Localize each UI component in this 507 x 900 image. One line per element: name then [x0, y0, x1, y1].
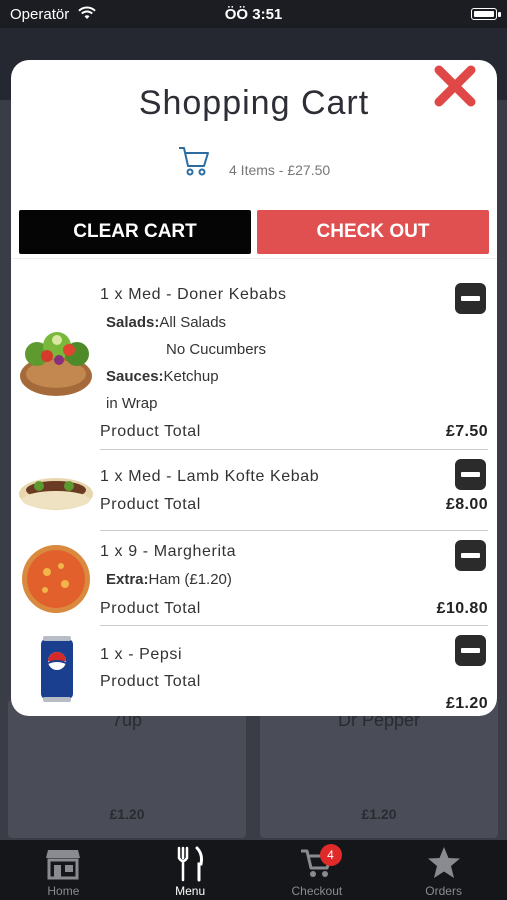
product-total-value: £1.20: [445, 695, 488, 712]
remove-item-button[interactable]: [455, 459, 486, 490]
pepsi-can-image: [41, 636, 73, 702]
product-total-value: £7.50: [445, 423, 488, 440]
option-value: All Salads: [159, 314, 227, 331]
cart-count-badge: 4: [319, 844, 342, 866]
item-name: 1 x Med - Doner Kebabs: [100, 286, 287, 303]
item-name: 1 x Med - Lamb Kofte Kebab: [100, 468, 320, 485]
check-out-button[interactable]: CHECK OUT: [257, 210, 489, 254]
fork-knife-icon: [177, 846, 204, 882]
tab-label: Orders: [425, 884, 462, 898]
status-bar: Operatör ÖÖ 3:51: [0, 0, 507, 28]
battery-icon: [471, 8, 497, 20]
item-option: Sauces:Ketchup: [106, 368, 219, 385]
item-separator: [100, 625, 488, 626]
cart-summary-text: 4 Items - £27.50: [229, 162, 331, 178]
option-value: Ham (£1.20): [148, 571, 232, 588]
tab-menu[interactable]: Menu: [127, 840, 254, 900]
divider: [11, 258, 497, 259]
tab-orders[interactable]: Orders: [380, 840, 507, 900]
item-wrap: in Wrap: [106, 395, 158, 412]
item-option-extra: No Cucumbers: [166, 341, 267, 358]
item-name: 1 x 9 - Margherita: [100, 543, 237, 560]
remove-item-button[interactable]: [455, 635, 486, 666]
background-product-price: £1.20: [109, 806, 145, 822]
remove-item-button[interactable]: [455, 283, 486, 314]
tab-label: Home: [47, 884, 80, 898]
pizza-image: [22, 545, 90, 613]
product-total-value: £10.80: [436, 600, 488, 617]
item-separator: [100, 530, 488, 531]
product-total-label: Product Total: [100, 423, 201, 440]
background-product-card: 7up £1.20: [8, 700, 246, 838]
option-label: Salads:: [106, 314, 160, 331]
item-separator: [100, 449, 488, 450]
product-total-label: Product Total: [100, 496, 201, 513]
shopping-cart-modal: Shopping Cart 4 Items - £27.50 CLEAR CAR…: [11, 60, 497, 716]
doner-kebab-image: [20, 332, 92, 396]
close-icon[interactable]: [433, 64, 477, 108]
item-option: Salads:All Salads: [106, 314, 226, 331]
tab-label: Checkout: [291, 884, 343, 898]
kofte-wrap-image: [19, 478, 93, 510]
star-icon: [427, 847, 460, 878]
modal-title: Shopping Cart: [138, 84, 370, 122]
option-label: Sauces:: [106, 368, 164, 385]
background-product-price: £1.20: [361, 806, 397, 822]
clock: ÖÖ 3:51: [224, 6, 283, 23]
clear-cart-button[interactable]: CLEAR CART: [19, 210, 251, 254]
remove-item-button[interactable]: [455, 540, 486, 571]
product-total-label: Product Total: [100, 673, 201, 690]
background-product-card: Dr Pepper £1.20: [260, 700, 498, 838]
item-option: Extra:Ham (£1.20): [106, 571, 232, 588]
tab-home[interactable]: Home: [0, 840, 127, 900]
tab-bar: Home Menu 4 Checkout Orders: [0, 840, 507, 900]
product-total-value: £8.00: [445, 496, 488, 513]
tab-label: Menu: [175, 884, 206, 898]
item-name: 1 x - Pepsi: [100, 646, 183, 663]
tab-checkout[interactable]: 4 Checkout: [254, 840, 381, 900]
store-icon: [46, 850, 81, 880]
option-value: Ketchup: [163, 368, 219, 385]
battery-cap: [498, 12, 501, 17]
option-label: Extra:: [106, 571, 149, 588]
product-total-label: Product Total: [100, 600, 201, 617]
cart-icon: [179, 147, 209, 176]
